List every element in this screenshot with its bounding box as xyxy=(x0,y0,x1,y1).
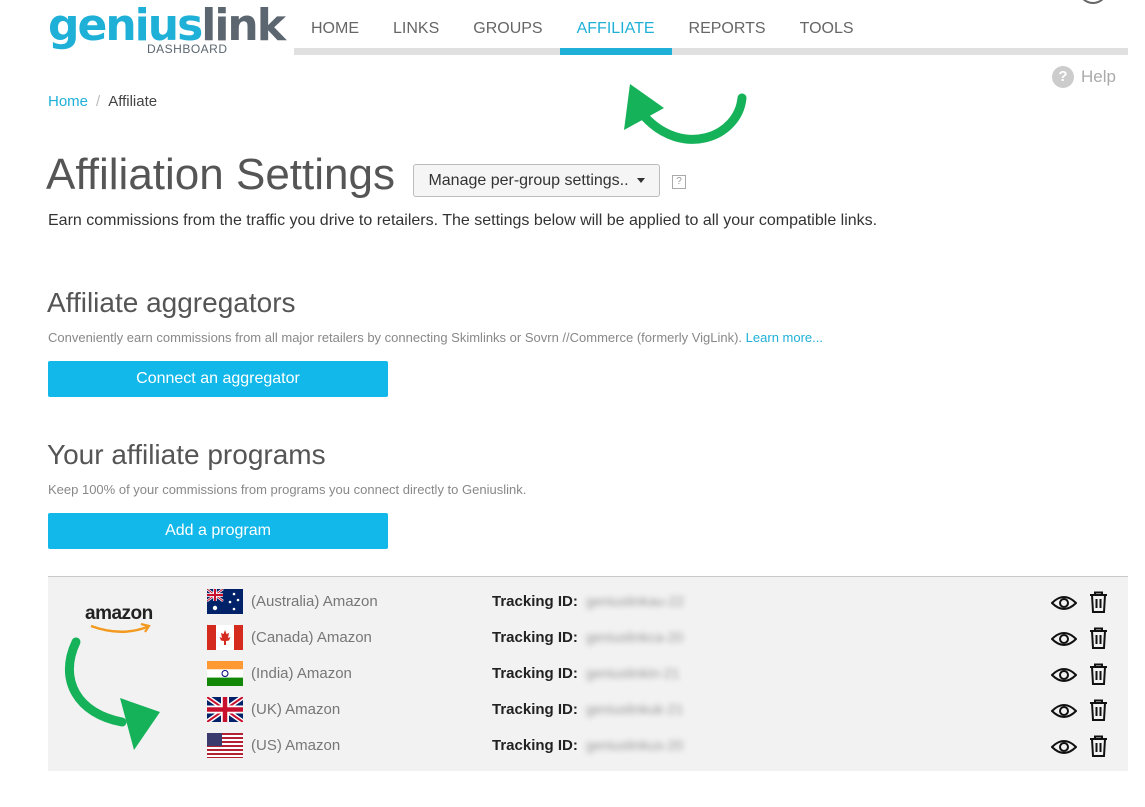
nav-affiliate[interactable]: AFFILIATE xyxy=(559,0,672,55)
canada-flag-icon xyxy=(207,625,243,650)
us-flag-icon xyxy=(207,733,243,758)
question-help-icon[interactable]: ? xyxy=(672,175,686,189)
page-title: Affiliation Settings xyxy=(46,150,395,199)
annotation-arrow-icon xyxy=(64,637,160,750)
australia-flag-icon xyxy=(207,589,243,614)
learn-more-link[interactable]: Learn more... xyxy=(746,330,823,345)
caret-down-icon xyxy=(636,178,645,183)
connect-aggregator-button[interactable]: Connect an aggregator xyxy=(48,361,388,397)
help-label: Help xyxy=(1081,67,1116,86)
program-row: (Canada) Amazon Tracking ID: geniuslinkc… xyxy=(48,613,1128,650)
tracking-id-value: geniuslinkus-20 xyxy=(586,737,684,753)
eye-icon[interactable] xyxy=(1051,594,1077,612)
trash-icon[interactable] xyxy=(1089,735,1108,757)
aggregators-desc: Conveniently earn commissions from all m… xyxy=(48,330,823,345)
program-row: (India) Amazon Tracking ID: geniuslinkin… xyxy=(48,649,1128,686)
nav-underline-bar xyxy=(294,48,1128,55)
program-name: (India) Amazon xyxy=(251,665,352,682)
trash-icon[interactable] xyxy=(1089,591,1108,613)
program-name: (US) Amazon xyxy=(251,737,341,754)
aggregators-desc-text: Conveniently earn commissions from all m… xyxy=(48,330,743,345)
program-row: (US) Amazon Tracking ID: geniuslinkus-20 xyxy=(48,721,1128,758)
tracking-id-label: Tracking ID: xyxy=(492,701,578,718)
nav-reports[interactable]: REPORTS xyxy=(672,0,783,48)
annotation-arrow-icon xyxy=(624,84,747,144)
question-circle-icon: ? xyxy=(1052,66,1074,88)
program-row: (UK) Amazon Tracking ID: geniuslinkuk-21 xyxy=(48,685,1128,722)
program-name: (Australia) Amazon xyxy=(251,593,378,610)
logo-subtitle: DASHBOARD xyxy=(147,42,228,56)
program-name: (UK) Amazon xyxy=(251,701,341,718)
avatar[interactable] xyxy=(1078,0,1108,4)
help-link[interactable]: ? Help xyxy=(1052,66,1116,88)
trash-icon[interactable] xyxy=(1089,699,1108,721)
programs-title: Your affiliate programs xyxy=(47,439,326,470)
breadcrumb: Home / Affiliate xyxy=(48,93,157,110)
add-program-button[interactable]: Add a program xyxy=(48,513,388,549)
nav-home[interactable]: HOME xyxy=(294,0,376,48)
tracking-id-value: geniuslinkin-21 xyxy=(586,665,680,681)
tracking-id-value: geniuslinkuk-21 xyxy=(586,701,684,717)
eye-icon[interactable] xyxy=(1051,738,1077,756)
program-name: (Canada) Amazon xyxy=(251,629,372,646)
program-row: (Australia) Amazon Tracking ID: geniusli… xyxy=(48,577,1128,614)
uk-flag-icon xyxy=(207,697,243,722)
tracking-id-value: geniuslinkau-22 xyxy=(586,593,685,609)
breadcrumb-separator: / xyxy=(96,93,101,110)
amazon-programs-panel: amazon (Australia) Amazon Tracking ID: g… xyxy=(48,576,1128,771)
eye-icon[interactable] xyxy=(1051,630,1077,648)
breadcrumb-current: Affiliate xyxy=(108,93,158,110)
nav-tools[interactable]: TOOLS xyxy=(783,0,871,48)
breadcrumb-home[interactable]: Home xyxy=(48,93,88,110)
eye-icon[interactable] xyxy=(1051,702,1077,720)
nav-links[interactable]: LINKS xyxy=(376,0,456,48)
eye-icon[interactable] xyxy=(1051,666,1077,684)
tracking-id-label: Tracking ID: xyxy=(492,665,578,682)
tracking-id-label: Tracking ID: xyxy=(492,629,578,646)
programs-desc: Keep 100% of your commissions from progr… xyxy=(48,482,527,497)
india-flag-icon xyxy=(207,661,243,686)
tracking-id-label: Tracking ID: xyxy=(492,593,578,610)
tracking-id-value: geniuslinkca-20 xyxy=(586,629,684,645)
trash-icon[interactable] xyxy=(1089,627,1108,649)
page-intro: Earn commissions from the traffic you dr… xyxy=(48,212,878,229)
nav-groups[interactable]: GROUPS xyxy=(456,0,559,48)
geniuslink-logo[interactable]: geniuslink DASHBOARD xyxy=(48,2,286,58)
manage-per-group-settings-button[interactable]: Manage per-group settings.. xyxy=(413,164,660,197)
aggregators-title: Affiliate aggregators xyxy=(47,287,296,318)
tracking-id-label: Tracking ID: xyxy=(492,737,578,754)
manage-button-label: Manage per-group settings.. xyxy=(428,171,629,189)
trash-icon[interactable] xyxy=(1089,663,1108,685)
main-nav: HOME LINKS GROUPS AFFILIATE REPORTS TOOL… xyxy=(294,0,871,55)
